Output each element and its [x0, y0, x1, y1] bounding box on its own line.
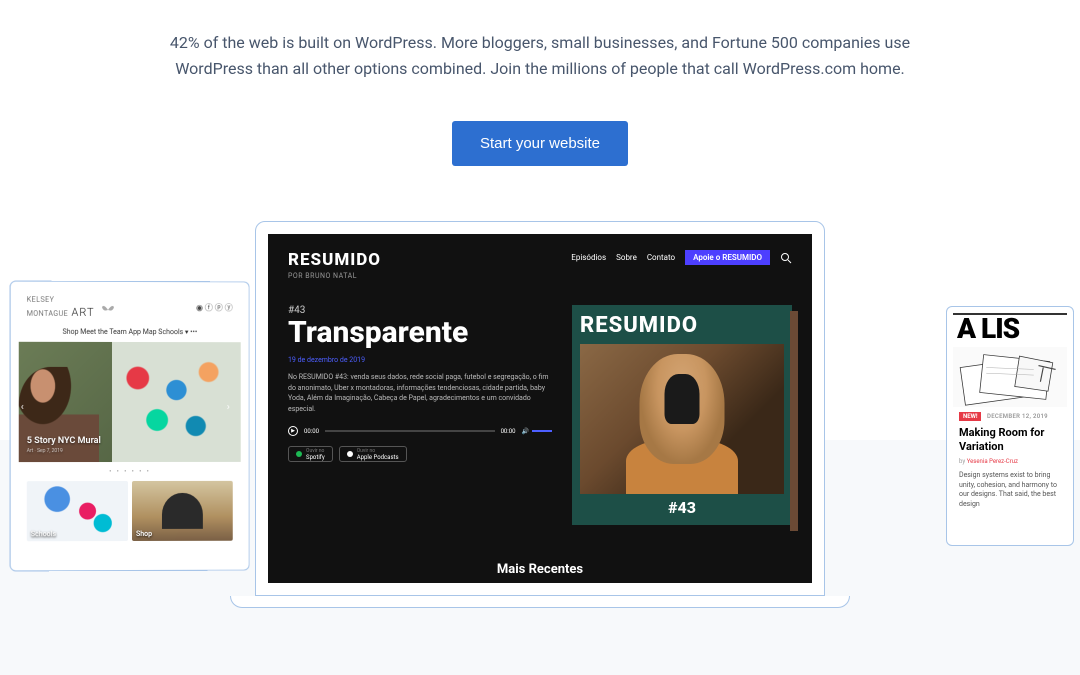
article-title: Making Room for Variation	[953, 426, 1067, 455]
article-excerpt: Design systems exist to bring unity, coh…	[953, 468, 1067, 513]
social-icons: ◉ ⓕ ⓟ ⓨ	[196, 302, 233, 313]
start-website-button[interactable]: Start your website	[452, 121, 628, 166]
audio-player: ▶ 00:00 00:00 🔊	[288, 426, 552, 436]
showcase-device-right: A LIS NEW! DECEMBER 12, 2019 Making Room…	[946, 306, 1074, 546]
article-author: by Yesenia Perez-Cruz	[953, 455, 1067, 468]
thumbnail-shop: Shop	[132, 481, 233, 541]
search-icon	[780, 252, 792, 264]
carousel-prev-icon: ‹	[21, 402, 33, 414]
butterfly-icon	[101, 304, 115, 316]
episode-artwork: RESUMIDO #43	[572, 305, 792, 525]
hero-description: 42% of the web is built on WordPress. Mo…	[130, 0, 950, 81]
new-badge: NEW!	[959, 412, 981, 421]
episode-description: No RESUMIDO #43: venda seus dados, rede …	[288, 372, 552, 414]
play-icon: ▶	[288, 426, 298, 436]
apple-podcasts-badge: Ouvir noApple Podcasts	[339, 446, 407, 462]
thumbnail-schools: Schools	[27, 481, 128, 541]
showcase-device-left: KELSEY MONTAGUE ART ◉ ⓕ ⓟ ⓨ Shop Meet th…	[10, 281, 250, 572]
hero-caption: 5 Story NYC Mural Art · Sep 7, 2019	[27, 436, 101, 454]
carousel-dots: • • • • • •	[19, 462, 241, 481]
site-nav: Shop Meet the Team App Map Schools ▾ •••	[19, 325, 241, 342]
support-button: Apoie o RESUMIDO	[685, 250, 770, 265]
showcase-device-center: RESUMIDO POR BRUNO NATAL Episódios Sobre…	[230, 221, 850, 608]
spotify-badge: Ouvir noSpotify	[288, 446, 333, 462]
hero-image: ‹ › 5 Story NYC Mural Art · Sep 7, 2019	[19, 342, 241, 462]
podcast-nav: Episódios Sobre Contato Apoie o RESUMIDO	[571, 250, 792, 265]
site-logo: KELSEY MONTAGUE ART	[27, 296, 115, 319]
episode-date: 19 de dezembro de 2019	[288, 356, 552, 364]
article-illustration	[953, 347, 1067, 407]
article-date: DECEMBER 12, 2019	[987, 413, 1048, 420]
podcast-brand: RESUMIDO POR BRUNO NATAL	[288, 250, 381, 280]
episode-title: Transparente	[288, 318, 552, 348]
publication-logo: A LIS	[953, 313, 1067, 343]
volume-icon: 🔊	[522, 428, 552, 435]
section-heading: Mais Recentes	[268, 562, 812, 577]
